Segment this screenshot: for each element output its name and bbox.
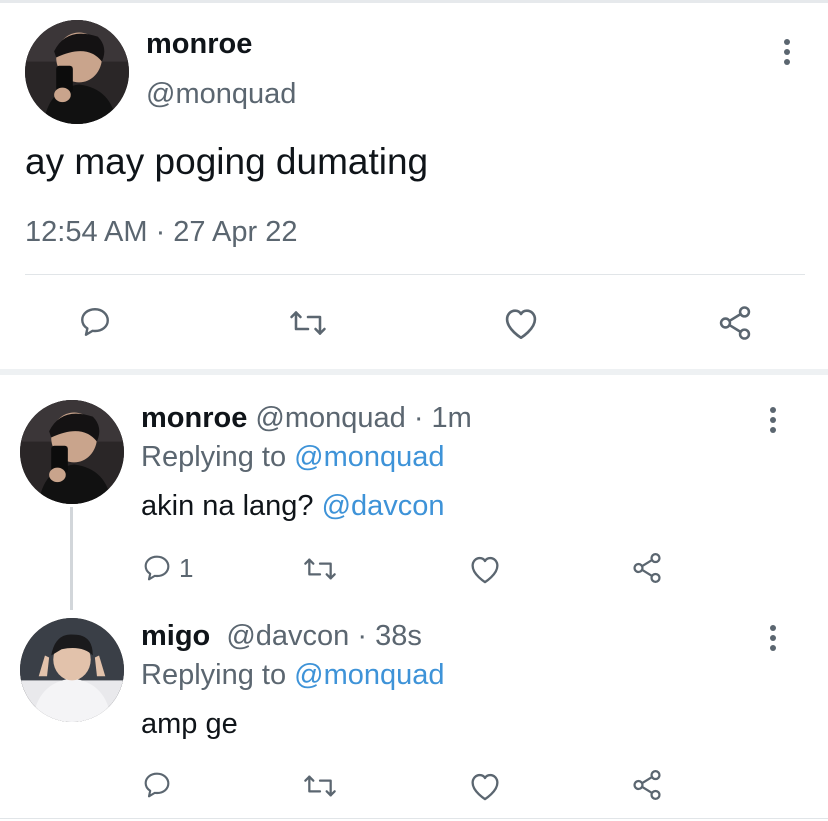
reply-1-display-name[interactable]: monroe	[141, 402, 247, 434]
reply-1-avatar[interactable]	[20, 400, 124, 504]
reply-2-replying-to-link[interactable]: @monquad	[294, 659, 444, 691]
reply-2-replying-label: Replying to	[141, 659, 287, 691]
reply-1-more-icon[interactable]	[758, 400, 788, 440]
reply-2-share-button[interactable]	[630, 768, 664, 802]
top-border	[0, 0, 828, 3]
main-like-button[interactable]	[501, 305, 541, 341]
reply-icon	[144, 555, 170, 581]
reply-2-replying-line: Replying to @monquad	[141, 659, 445, 692]
reply-2-display-name[interactable]: migo	[141, 620, 210, 652]
main-reply-button[interactable]	[77, 304, 113, 340]
section-separator	[0, 369, 828, 375]
reply-1-like-button[interactable]	[467, 553, 503, 585]
reply-2-reply-button[interactable]	[141, 769, 173, 801]
main-tweet-avatar[interactable]	[25, 20, 129, 124]
retweet-icon	[304, 775, 336, 797]
reply-1-mention-link[interactable]: @davcon	[322, 490, 445, 522]
bottom-divider	[0, 818, 828, 819]
thread-connector-line	[70, 507, 73, 610]
retweet-icon	[290, 311, 326, 335]
reply-1-replying-label: Replying to	[141, 441, 287, 473]
reply-2-handle[interactable]: @davcon	[226, 620, 349, 652]
reply-1-reply-count: 1	[179, 552, 194, 583]
main-tweet-timestamp[interactable]: 12:54 AM · 27 Apr 22	[25, 216, 297, 249]
reply-2-header: migo @davcon · 38s	[141, 620, 422, 653]
reply-2-time[interactable]: · 38s	[357, 620, 421, 652]
main-tweet-handle[interactable]: @monquad	[146, 78, 296, 111]
main-tweet-more-icon[interactable]	[772, 32, 802, 72]
avatar-photo-icon	[20, 400, 124, 504]
reply-1-reply-button[interactable]: 1	[141, 552, 193, 584]
reply-1-retweet-button[interactable]	[302, 553, 338, 585]
reply-1-time[interactable]: · 1m	[414, 402, 472, 434]
reply-2-like-button[interactable]	[467, 770, 503, 802]
reply-icon	[81, 308, 109, 336]
main-tweet-display-name[interactable]: monroe	[146, 28, 252, 61]
reply-2-retweet-button[interactable]	[302, 770, 338, 802]
reply-1-replying-to-link[interactable]: @monquad	[294, 441, 444, 473]
share-icon	[719, 306, 751, 340]
main-tweet-divider	[25, 274, 805, 275]
avatar-photo-icon	[20, 618, 124, 722]
reply-1-replying-line: Replying to @monquad	[141, 441, 445, 474]
reply-1-text: akin na lang?	[141, 490, 314, 522]
avatar-photo-icon	[25, 20, 129, 124]
retweet-icon	[304, 558, 336, 580]
reply-1-share-button[interactable]	[630, 551, 664, 585]
share-icon	[633, 769, 661, 801]
reply-2-more-icon[interactable]	[758, 618, 788, 658]
reply-1-text-line: akin na lang? @davcon	[141, 490, 445, 523]
main-share-button[interactable]	[716, 304, 754, 342]
heart-icon	[471, 773, 499, 801]
main-retweet-button[interactable]	[288, 305, 328, 341]
heart-icon	[505, 309, 537, 340]
reply-2-avatar[interactable]	[20, 618, 124, 722]
heart-icon	[471, 556, 499, 584]
share-icon	[633, 552, 661, 584]
reply-2-text: amp ge	[141, 708, 238, 740]
reply-1-handle[interactable]: @monquad	[255, 402, 405, 434]
reply-1-header: monroe @monquad · 1m	[141, 402, 472, 435]
reply-icon	[144, 772, 170, 798]
main-tweet-text: ay may poging dumating	[25, 141, 429, 182]
